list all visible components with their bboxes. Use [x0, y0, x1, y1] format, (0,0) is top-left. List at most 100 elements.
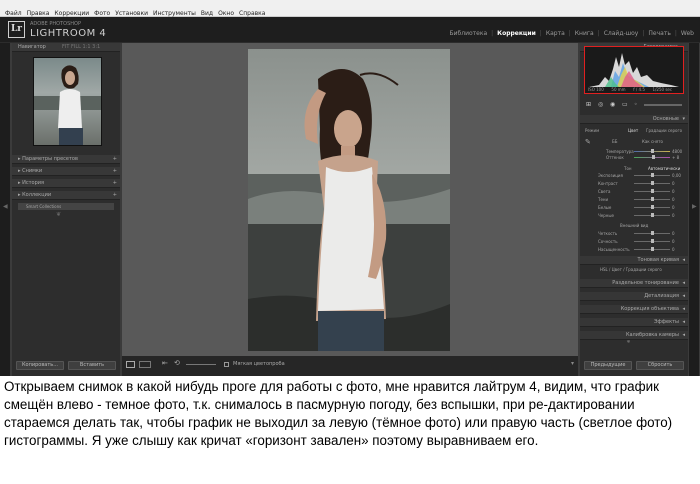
module-tab[interactable]: Библиотека: [450, 30, 488, 37]
left-panel-toggle[interactable]: ◀: [0, 43, 10, 376]
adjustment-slider[interactable]: [634, 213, 670, 217]
adjustment-slider[interactable]: [634, 205, 670, 209]
right-section-header[interactable]: Детализация ◂: [580, 292, 688, 301]
right-section-header[interactable]: Калибровка камеры ◂: [580, 331, 688, 340]
slider-thumb[interactable]: [651, 231, 654, 235]
right-section-header[interactable]: Раздельное тонирование ◂: [580, 279, 688, 288]
plus-icon[interactable]: +: [113, 179, 117, 188]
hsl-tabs[interactable]: HSL / Цвет / Градации серого: [600, 267, 662, 272]
module-tab[interactable]: Карта: [546, 30, 565, 37]
menu-item[interactable]: Фото: [94, 10, 110, 17]
red-eye-icon[interactable]: ◉: [610, 101, 615, 108]
adjustment-slider[interactable]: [634, 181, 670, 185]
menu-item[interactable]: Вид: [201, 10, 213, 17]
slider-label: Черные: [598, 213, 614, 218]
module-tab[interactable]: Слайд-шоу: [604, 30, 639, 37]
adjustment-slider[interactable]: [634, 247, 670, 251]
module-separator: |: [491, 30, 494, 37]
main-photo[interactable]: [248, 49, 450, 351]
compare-view-icon[interactable]: [139, 361, 151, 368]
collection-item[interactable]: Smart Collections: [18, 203, 114, 210]
slider-label: Белые: [598, 205, 612, 210]
menu-item[interactable]: Инструменты: [153, 10, 196, 17]
adjustment-slider[interactable]: [634, 239, 670, 243]
adjustment-slider[interactable]: [634, 197, 670, 201]
slider-thumb[interactable]: [651, 239, 654, 243]
paste-button[interactable]: Вставить: [68, 361, 116, 370]
navigator-photo: [34, 65, 101, 145]
menu-item[interactable]: Окно: [218, 10, 234, 17]
eyedropper-icon[interactable]: ✎: [585, 138, 591, 146]
left-section-title: История: [22, 180, 45, 186]
reset-button[interactable]: Сбросить: [636, 361, 684, 370]
rotate-icon[interactable]: ⟲: [174, 359, 180, 367]
wb-value[interactable]: Как снято: [642, 139, 663, 144]
softproof-checkbox[interactable]: [224, 362, 229, 367]
left-sections: ▸ Параметры пресетов + ▸ Снимки + ▸ История +…: [12, 155, 120, 203]
menu-item[interactable]: Установки: [115, 10, 148, 17]
right-section-header[interactable]: Тоновая кривая ◂: [580, 256, 688, 265]
module-tab[interactable]: Web: [681, 30, 694, 37]
slider-thumb[interactable]: [651, 213, 654, 217]
module-tab[interactable]: Печать: [648, 30, 670, 37]
module-separator: |: [568, 30, 571, 37]
navigator-header[interactable]: Навигатор FIT FILL 1:1 3:1: [12, 43, 120, 52]
left-section-header[interactable]: ▸ Параметры пресетов +: [12, 155, 120, 164]
toolbar-menu-icon[interactable]: ▾: [571, 360, 574, 367]
right-section-header[interactable]: Коррекция объектива ◂: [580, 305, 688, 314]
adjustment-brush-icon[interactable]: ◦: [634, 101, 638, 108]
adjustment-slider[interactable]: [634, 173, 670, 177]
brush-slider[interactable]: [644, 104, 682, 106]
plus-icon[interactable]: +: [113, 191, 117, 200]
slider-thumb[interactable]: [651, 205, 654, 209]
crop-tool-icon[interactable]: ⊞: [586, 101, 591, 108]
copy-button[interactable]: Копировать...: [16, 361, 64, 370]
previous-button[interactable]: Предыдущие: [584, 361, 632, 370]
tint-slider[interactable]: [634, 155, 670, 159]
menu-item[interactable]: Файл: [5, 10, 22, 17]
module-tab[interactable]: Книга: [575, 30, 594, 37]
spot-removal-icon[interactable]: ◎: [598, 101, 603, 108]
portrait-image: [248, 49, 450, 351]
slider-value: 0: [672, 239, 675, 244]
module-tab[interactable]: Коррекции: [497, 30, 536, 37]
left-section-header[interactable]: ▸ Коллекции +: [12, 191, 120, 200]
adjustment-slider[interactable]: [634, 231, 670, 235]
slider-thumb[interactable]: [651, 189, 654, 193]
auto-tone-button[interactable]: Автоматически: [648, 166, 680, 171]
slider-thumb[interactable]: [651, 181, 654, 185]
menu-item[interactable]: Справка: [239, 10, 265, 17]
slider-value: 0: [672, 205, 675, 210]
graduated-filter-icon[interactable]: ▭: [622, 101, 628, 108]
menu-item[interactable]: Правка: [27, 10, 50, 17]
photo-canvas[interactable]: [122, 43, 578, 356]
zoom-options[interactable]: FIT FILL 1:1 3:1: [62, 43, 100, 52]
flag-icon[interactable]: ⇤: [162, 359, 168, 367]
slider-thumb[interactable]: [651, 173, 654, 177]
navigator-preview[interactable]: [33, 57, 102, 146]
histogram[interactable]: ISO 100 50 mm f / 4.5 1/250 sec: [584, 46, 684, 94]
left-section-header[interactable]: ▸ Снимки +: [12, 167, 120, 176]
treatment-color[interactable]: Цвет: [628, 128, 638, 133]
treatment-bw[interactable]: Градации серого: [646, 128, 682, 133]
menu-item[interactable]: Коррекции: [54, 10, 89, 17]
module-picker: Библиотека | Коррекции | Карта | Книга | Слайд-ш…: [446, 30, 694, 37]
right-section-header[interactable]: Эффекты ◂: [580, 318, 688, 327]
temp-label: Температура: [606, 149, 634, 154]
loupe-view-icon[interactable]: [126, 361, 135, 368]
slider-thumb[interactable]: [651, 197, 654, 201]
plus-icon[interactable]: +: [113, 167, 117, 176]
app-name: LIGHTROOM 4: [30, 28, 107, 39]
temp-slider[interactable]: [634, 149, 670, 153]
triangle-left-icon: ◂: [682, 306, 685, 312]
right-panel-toggle[interactable]: ▶: [689, 43, 699, 376]
adjustment-slider[interactable]: [634, 189, 670, 193]
caption-text: Открываем снимок в какой нибудь проге дл…: [4, 379, 673, 448]
triangle-left-icon: ◂: [682, 280, 685, 286]
module-separator: |: [597, 30, 600, 37]
basic-header[interactable]: Основные ▾: [580, 115, 688, 124]
plus-icon[interactable]: +: [113, 155, 117, 164]
zoom-slider[interactable]: [186, 364, 216, 365]
slider-thumb[interactable]: [651, 247, 654, 251]
left-section-header[interactable]: ▸ История +: [12, 179, 120, 188]
